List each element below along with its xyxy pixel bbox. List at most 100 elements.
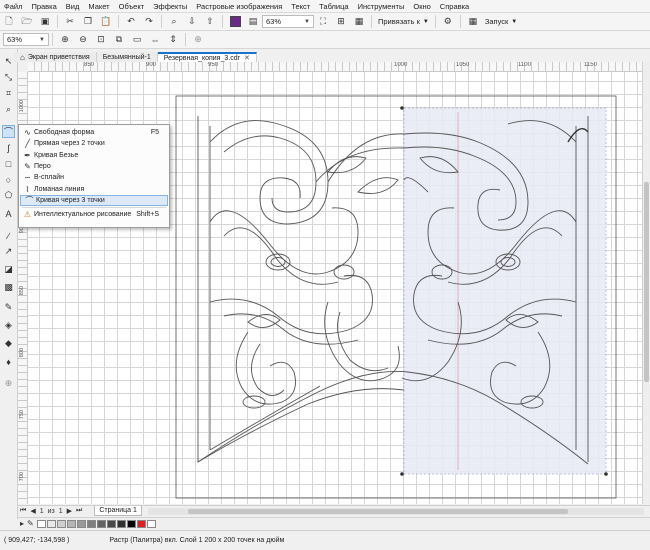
color-swatch[interactable] — [146, 519, 156, 528]
zoom-levels-combo[interactable]: 63% ▼ — [3, 33, 49, 46]
transparency-tool-icon[interactable]: ▩ — [2, 281, 15, 294]
flyout-item-polyline[interactable]: ⌇ Ломаная линия — [19, 183, 169, 194]
zoom-page-width-icon[interactable]: ⇔ — [148, 33, 162, 47]
zoom-page-height-icon[interactable]: ⇕ — [166, 33, 180, 47]
flyout-item-freehand[interactable]: ∿ Свободная форма F5 — [19, 127, 169, 138]
add-icon[interactable]: ⊕ — [191, 33, 205, 47]
flyout-item-curve-3pt[interactable]: ⌒ Кривая через 3 точки — [20, 194, 168, 207]
color-eyedropper-icon[interactable]: ✎ — [2, 301, 15, 314]
color-swatch[interactable] — [126, 519, 136, 528]
flyout-item-pen[interactable]: ✎ Перо — [19, 161, 169, 172]
new-document-icon[interactable]: 🗋 — [2, 15, 16, 29]
smart-fill-icon[interactable]: ◆ — [2, 337, 15, 350]
first-page-icon[interactable]: ⏮ — [20, 507, 26, 515]
crop-tool-icon[interactable]: ⌗ — [2, 87, 15, 100]
import-icon[interactable]: ⇩ — [185, 15, 199, 29]
undo-icon[interactable]: ↶ — [124, 15, 138, 29]
save-icon[interactable]: ▣ — [38, 15, 52, 29]
standard-toolbar: 🗋 🗁 ▣ ✂ ❐ 📋 ↶ ↷ ⌕ ⇩ ⇧ ▤ 63% ▼ ⛶ ⊞ ▦ Прив… — [0, 13, 650, 31]
shape-tool-icon[interactable]: ⤡ — [2, 71, 15, 84]
parallel-dimension-tool-icon[interactable]: ∕ — [2, 229, 15, 242]
color-swatch[interactable] — [46, 519, 56, 528]
full-screen-icon[interactable]: ⛶ — [316, 15, 330, 29]
zoom-page-icon[interactable]: ▭ — [130, 33, 144, 47]
zoom-selected-icon[interactable]: ⊡ — [94, 33, 108, 47]
zoom-level-combo[interactable]: 63% ▼ — [262, 15, 314, 28]
artistic-media-tool-icon[interactable]: ʃ — [2, 141, 15, 154]
next-page-icon[interactable]: ▶ — [67, 507, 72, 515]
flyout-item-shortcut: Shift+S — [136, 211, 159, 219]
close-icon[interactable]: ✕ — [244, 54, 250, 62]
open-icon[interactable]: 🗁 — [20, 15, 34, 29]
scrollbar-thumb[interactable] — [644, 182, 649, 382]
rulers-icon[interactable]: ⊞ — [334, 15, 348, 29]
gear-icon[interactable]: ⚙ — [441, 15, 455, 29]
menu-file[interactable]: Файл — [4, 2, 22, 11]
copy-icon[interactable]: ❐ — [81, 15, 95, 29]
color-swatch[interactable] — [106, 519, 116, 528]
color-swatch[interactable] — [66, 519, 76, 528]
horizontal-scrollbar[interactable] — [147, 507, 644, 515]
publish-pdf-icon[interactable]: ▤ — [246, 15, 260, 29]
zoom-in-icon[interactable]: ⊕ — [58, 33, 72, 47]
zoom-out-icon[interactable]: ⊖ — [76, 33, 90, 47]
no-color-swatch[interactable] — [36, 519, 46, 528]
color-swatch[interactable] — [96, 519, 106, 528]
add-tool-icon[interactable]: ⊕ — [2, 377, 15, 390]
tab-backup-copy[interactable]: Резервная_копия_3.cdr ✕ — [157, 52, 257, 62]
outline-pen-icon[interactable]: ♦ — [2, 355, 15, 368]
menu-object[interactable]: Объект — [119, 2, 145, 11]
connector-tool-icon[interactable]: ↗ — [2, 245, 15, 258]
rectangle-tool-icon[interactable]: □ — [2, 157, 15, 170]
cut-icon[interactable]: ✂ — [63, 15, 77, 29]
menu-table[interactable]: Таблица — [319, 2, 348, 11]
menu-help[interactable]: Справка — [440, 2, 469, 11]
color-swatch[interactable] — [136, 519, 146, 528]
color-swatch[interactable] — [116, 519, 126, 528]
color-swatch[interactable] — [56, 519, 66, 528]
redo-icon[interactable]: ↷ — [142, 15, 156, 29]
polygon-tool-icon[interactable]: ⬠ — [2, 189, 15, 202]
menu-tools[interactable]: Инструменты — [358, 2, 405, 11]
horizontal-ruler[interactable]: 850 900 950 1000 1050 1100 1150 — [28, 62, 642, 72]
menu-edit[interactable]: Правка — [31, 2, 56, 11]
tab-untitled[interactable]: Безымянный-1 — [96, 52, 158, 62]
ellipse-tool-icon[interactable]: ○ — [2, 173, 15, 186]
menu-layout[interactable]: Макет — [88, 2, 109, 11]
chevron-down-icon: ▼ — [39, 36, 45, 43]
paste-icon[interactable]: 📋 — [99, 15, 113, 29]
palette-arrow-icon[interactable]: ▸ — [20, 519, 24, 528]
zoom-tool-icon[interactable]: ⌕ — [2, 103, 15, 116]
flyout-item-smart-drawing[interactable]: ⚠ Интеллектуальное рисование Shift+S — [19, 209, 169, 220]
launch-button[interactable]: Запуск ▼ — [485, 17, 517, 26]
color-swatch[interactable] — [76, 519, 86, 528]
menu-bitmaps[interactable]: Растровые изображения — [196, 2, 282, 11]
zoom-all-objects-icon[interactable]: ⧉ — [112, 33, 126, 47]
page-total: 1 — [58, 507, 63, 515]
search-content-icon[interactable]: ⌕ — [167, 15, 181, 29]
flyout-item-bspline[interactable]: ∽ B-сплайн — [19, 172, 169, 183]
flyout-item-bezier[interactable]: ✒ Кривая Безье — [19, 150, 169, 161]
interactive-fill-icon[interactable]: ◈ — [2, 319, 15, 332]
flyout-item-line-2pt[interactable]: ╱ Прямая через 2 точки — [19, 138, 169, 149]
grid-icon[interactable]: ▦ — [352, 15, 366, 29]
corel-connect-icon[interactable] — [228, 15, 242, 29]
prev-page-icon[interactable]: ◀ — [30, 507, 35, 515]
application-launcher-icon[interactable]: ▦ — [466, 15, 480, 29]
menu-effects[interactable]: Эффекты — [153, 2, 187, 11]
text-tool-icon[interactable]: A — [2, 207, 15, 220]
drop-shadow-tool-icon[interactable]: ◪ — [2, 263, 15, 276]
vertical-scrollbar[interactable] — [642, 62, 650, 504]
curve-3pt-tool-icon[interactable]: ⌒ — [2, 125, 15, 138]
menu-window[interactable]: Окно — [413, 2, 430, 11]
snap-to-button[interactable]: Привязать к ▼ — [378, 17, 429, 26]
menu-text[interactable]: Текст — [291, 2, 310, 11]
menu-view[interactable]: Вид — [66, 2, 80, 11]
color-swatch[interactable] — [86, 519, 96, 528]
last-page-icon[interactable]: ⏭ — [76, 507, 82, 515]
scrollbar-thumb[interactable] — [187, 508, 568, 514]
eyedropper-icon[interactable]: ✎ — [27, 519, 34, 528]
export-icon[interactable]: ⇧ — [203, 15, 217, 29]
page-tab[interactable]: Страница 1 — [94, 506, 142, 516]
tab-welcome[interactable]: ⌂ Экран приветствия — [14, 52, 97, 62]
